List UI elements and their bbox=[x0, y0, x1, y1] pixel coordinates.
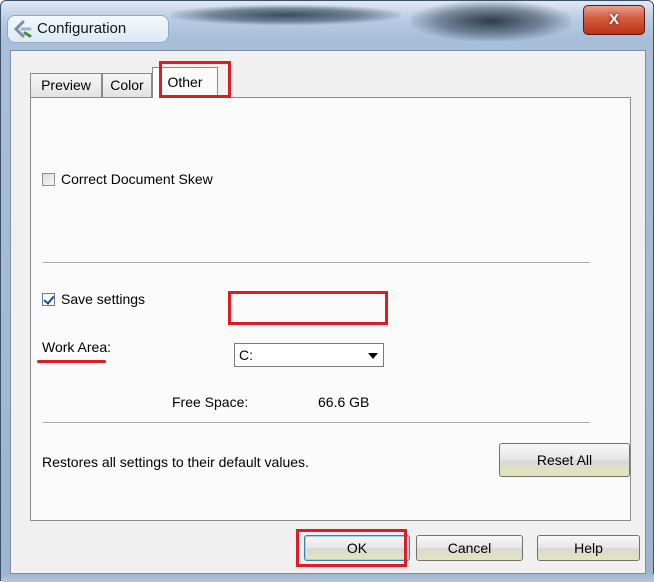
save-settings-checkbox[interactable]: Save settings bbox=[42, 291, 145, 307]
save-settings-label: Save settings bbox=[61, 291, 146, 307]
separator-top bbox=[43, 262, 590, 264]
restore-description: Restores all settings to their default v… bbox=[42, 454, 309, 470]
dialog-client-area: Preview Color Other Correct Document Ske… bbox=[10, 50, 646, 574]
app-icon bbox=[13, 20, 33, 38]
work-area-dropdown[interactable]: C: bbox=[234, 343, 384, 367]
help-button[interactable]: Help bbox=[537, 535, 640, 561]
free-space-label: Free Space: bbox=[172, 394, 249, 410]
close-button[interactable]: X bbox=[583, 5, 645, 35]
work-area-label: Work Area: bbox=[42, 339, 111, 355]
work-area-underline bbox=[37, 360, 106, 363]
window-title: Configuration bbox=[37, 20, 127, 37]
ok-button[interactable]: OK bbox=[304, 535, 410, 561]
tab-preview[interactable]: Preview bbox=[30, 73, 102, 97]
cancel-button[interactable]: Cancel bbox=[416, 535, 523, 561]
correct-skew-checkbox-box[interactable] bbox=[42, 172, 55, 186]
correct-skew-label: Correct Document Skew bbox=[61, 171, 213, 187]
correct-skew-checkbox[interactable]: Correct Document Skew bbox=[42, 171, 213, 187]
free-space-value: 66.6 GB bbox=[318, 394, 370, 410]
other-tab-panel: Correct Document Skew Save settings Work… bbox=[30, 97, 631, 521]
close-icon: X bbox=[608, 11, 619, 28]
chevron-down-icon[interactable] bbox=[368, 353, 378, 359]
tab-other[interactable]: Other bbox=[152, 67, 218, 98]
reset-all-button[interactable]: Reset All bbox=[499, 443, 630, 477]
title-bar[interactable]: Configuration X bbox=[1, 1, 653, 43]
save-settings-checkbox-box[interactable] bbox=[42, 292, 55, 306]
separator-bottom bbox=[43, 422, 590, 424]
configuration-window: Configuration X Preview Color Other Corr… bbox=[0, 0, 654, 582]
tab-color[interactable]: Color bbox=[102, 73, 152, 97]
work-area-value: C: bbox=[239, 347, 253, 363]
